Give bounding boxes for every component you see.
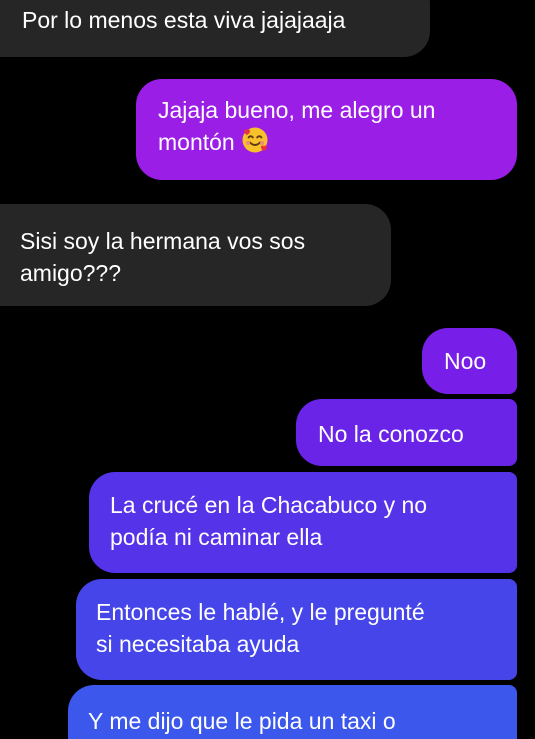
- message-text-line: podía ni caminar ella: [110, 524, 323, 550]
- outgoing-message-bubble[interactable]: Noo: [422, 328, 517, 394]
- outgoing-message-bubble[interactable]: No la conozco: [296, 399, 517, 466]
- message-text-line: Por lo menos esta viva jajajaaja: [22, 7, 346, 33]
- outgoing-message-bubble[interactable]: Y me dijo que le pida un taxi o: [68, 685, 517, 739]
- message-text-line: Entonces le hablé, y le pregunté: [96, 599, 425, 625]
- message-text-line: montón: [158, 129, 235, 155]
- message-text-line: Jajaja bueno, me alegro un: [158, 97, 436, 123]
- message-text-line: Noo: [444, 348, 487, 374]
- message-thread: Por lo menos esta viva jajajaaja Jajaja …: [0, 0, 535, 739]
- message-text-line: No la conozco: [318, 421, 464, 447]
- outgoing-message-bubble[interactable]: La crucé en la Chacabuco y no podía ni c…: [89, 472, 517, 573]
- incoming-message-bubble[interactable]: Por lo menos esta viva jajajaaja: [0, 0, 430, 57]
- message-text-line: Sisi soy la hermana vos sos: [20, 228, 306, 254]
- smiling-face-with-hearts-icon: [241, 126, 269, 162]
- incoming-message-bubble[interactable]: Sisi soy la hermana vos sos amigo???: [0, 204, 391, 306]
- message-text-line: La crucé en la Chacabuco y no: [110, 492, 428, 518]
- message-text-line: Y me dijo que le pida un taxi o: [88, 708, 396, 734]
- message-text-line: amigo???: [20, 260, 122, 286]
- message-text-line: si necesitaba ayuda: [96, 631, 300, 657]
- outgoing-message-bubble[interactable]: Entonces le hablé, y le pregunté si nece…: [76, 579, 517, 680]
- outgoing-message-bubble[interactable]: Jajaja bueno, me alegro un montón: [136, 79, 517, 180]
